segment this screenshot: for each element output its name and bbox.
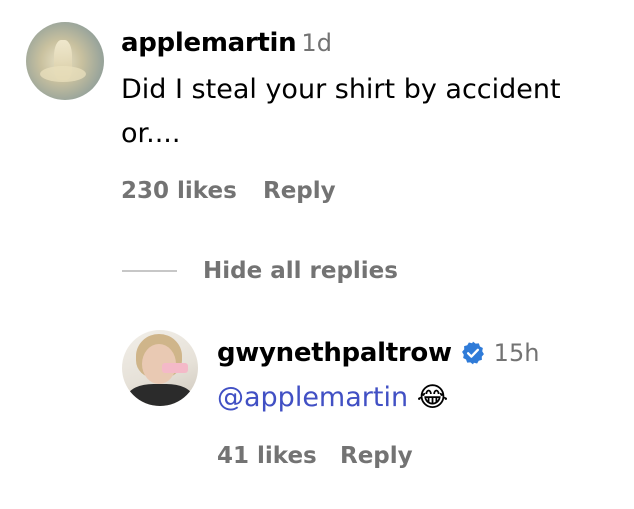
comment-reply-button[interactable]: Reply [263,178,336,204]
reply-username[interactable]: gwynethpaltrow [217,338,452,368]
comment-likes[interactable]: 230 likes [121,178,237,204]
comment-header: applemartin 1d [121,28,332,58]
avatar-photo-detail [40,66,86,82]
avatar-photo-body [128,384,192,406]
comment-text-line-1: Did I steal your shirt by accident [121,74,561,105]
reply-mention-link[interactable]: @applemartin [217,382,408,413]
avatar-photo-tag [162,363,188,373]
verified-badge-icon [461,341,484,365]
reply-time: 15h [493,339,540,367]
reply-header: gwynethpaltrow 15h [217,338,539,368]
laughing-emoji-icon: 😂 [416,382,449,413]
reply-reply-button[interactable]: Reply [340,443,413,469]
reply-likes[interactable]: 41 likes [217,443,317,469]
comment-username[interactable]: applemartin [121,28,297,58]
avatar-gwynethpaltrow[interactable] [122,330,198,406]
hide-replies-button[interactable]: Hide all replies [203,258,398,284]
reply-text: @applemartin 😂 [217,376,448,420]
comment-text-line-2: or.... [121,118,181,149]
comment-time: 1d [301,29,332,57]
replies-divider [122,270,177,272]
avatar-applemartin[interactable] [26,22,104,100]
